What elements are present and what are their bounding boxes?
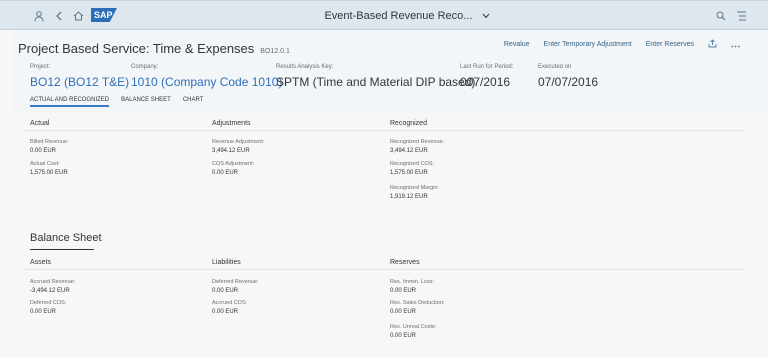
recognized-revenue-label: Recognized Revenue: xyxy=(390,139,445,145)
object-title: Project Based Service: Time & Expenses BO… xyxy=(18,41,290,56)
accrued-revenue-value: -3,494.12 EUR xyxy=(30,288,70,294)
deferred-cos-label: Deferred COS: xyxy=(30,300,67,306)
res-unreal-costs-label: Res. Unreal.Costs: xyxy=(390,324,437,330)
attr-ra-key-value: SPTM (Time and Material DIP based) xyxy=(276,75,476,89)
page-title: Project Based Service: Time & Expenses xyxy=(18,41,255,56)
app-title: Event-Based Revenue Reco... xyxy=(324,10,473,22)
app-title-menu[interactable]: Event-Based Revenue Reco... xyxy=(0,10,768,22)
revenue-adjustment-value: 3,494.12 EUR xyxy=(212,148,250,154)
attr-project: Project: BO12 (BO12 T&E) xyxy=(30,64,129,91)
balance-sheet-title: Balance Sheet xyxy=(30,232,102,244)
section-divider xyxy=(24,130,744,131)
attr-company: Company: 1010 (Company Code 1010) xyxy=(131,64,282,91)
tab-balance-sheet[interactable]: BALANCE SHEET xyxy=(121,97,171,107)
accrued-revenue-label: Accrued Revenue: xyxy=(30,279,76,285)
attr-project-label: Project: xyxy=(30,64,51,70)
res-sales-deduction-label: Res. Sales Deduction: xyxy=(390,300,445,306)
accrued-cos-label: Accrued COS: xyxy=(212,300,248,306)
billed-revenue-value: 0.00 EUR xyxy=(30,148,57,154)
balance-divider xyxy=(24,269,744,270)
accrued-cos-value: 0.00 EUR xyxy=(212,309,239,315)
recognized-margin-value: 1,919.12 EUR xyxy=(390,194,428,200)
adjustments-heading: Adjustments xyxy=(212,120,251,127)
deferred-cos-value: 0.00 EUR xyxy=(30,309,57,315)
revenue-adjustment-label: Revenue Adjustment: xyxy=(212,139,265,145)
recognized-margin-label: Recognized Margin: xyxy=(390,185,439,191)
attr-ra-key: Results Analysis Key: SPTM (Time and Mat… xyxy=(276,64,475,91)
res-unreal-costs-value: 0.00 EUR xyxy=(390,333,417,339)
deferred-revenue-value: 0.00 EUR xyxy=(212,288,239,294)
attr-last-run: Last Run for Period: 007/2016 xyxy=(460,64,513,91)
assets-heading: Assets xyxy=(30,259,52,266)
notifications-icon[interactable] xyxy=(734,9,748,23)
shell-bar: SAP Event-Based Revenue Reco... xyxy=(0,0,768,30)
recognized-cos-value: 1,575.00 EUR xyxy=(390,170,428,176)
attr-executed-on: Executed on 07/07/2016 xyxy=(538,64,598,91)
revalue-button[interactable]: Revalue xyxy=(504,41,530,48)
attr-project-value[interactable]: BO12 (BO12 T&E) xyxy=(30,75,129,89)
recognized-heading: Recognized xyxy=(390,120,427,127)
chevron-down-icon xyxy=(476,10,490,22)
search-icon[interactable] xyxy=(714,9,728,23)
recognized-revenue-value: 3,494.12 EUR xyxy=(390,148,428,154)
enter-reserves-button[interactable]: Enter Reserves xyxy=(646,41,694,48)
attr-ra-key-label: Results Analysis Key: xyxy=(276,64,334,70)
attr-executed-on-value: 07/07/2016 xyxy=(538,75,599,89)
cos-adjustment-label: COS Adjustment: xyxy=(212,161,255,167)
share-icon[interactable] xyxy=(708,39,717,50)
tab-chart[interactable]: CHART xyxy=(183,97,204,107)
cos-adjustment-value: 0.00 EUR xyxy=(212,170,239,176)
deferred-revenue-label: Deferred Revenue: xyxy=(212,279,259,285)
liabilities-heading: Liabilities xyxy=(212,259,241,266)
actual-heading: Actual xyxy=(30,120,50,127)
attr-executed-on-label: Executed on xyxy=(538,64,572,70)
actual-cost-label: Actual Cost: xyxy=(30,161,60,167)
object-subtitle: BO12.0.1 xyxy=(260,48,290,55)
enter-temporary-adjustment-button[interactable]: Enter Temporary Adjustment xyxy=(544,41,632,48)
attr-company-value[interactable]: 1010 (Company Code 1010) xyxy=(131,75,282,89)
recognized-cos-label: Recognized COS: xyxy=(390,161,435,167)
header-actions: Revalue Enter Temporary Adjustment Enter… xyxy=(504,39,740,50)
more-icon[interactable] xyxy=(731,40,740,50)
actual-cost-value: 1,575.00 EUR xyxy=(30,170,68,176)
balance-sheet-underline xyxy=(30,249,94,250)
attr-company-label: Company: xyxy=(131,64,159,70)
res-immin-loss-value: 0.00 EUR xyxy=(390,288,417,294)
attr-last-run-label: Last Run for Period: xyxy=(460,64,514,70)
res-immin-loss-label: Res. Immin. Loss: xyxy=(390,279,435,285)
res-sales-deduction-value: 0.00 EUR xyxy=(390,309,417,315)
tab-bar: ACTUAL AND RECOGNIZED BALANCE SHEET CHAR… xyxy=(30,97,203,107)
attr-last-run-value: 007/2016 xyxy=(460,75,511,89)
reserves-heading: Reserves xyxy=(390,259,420,266)
tab-actual-and-recognized[interactable]: ACTUAL AND RECOGNIZED xyxy=(30,97,110,107)
billed-revenue-label: Billed Revenue: xyxy=(30,139,69,145)
